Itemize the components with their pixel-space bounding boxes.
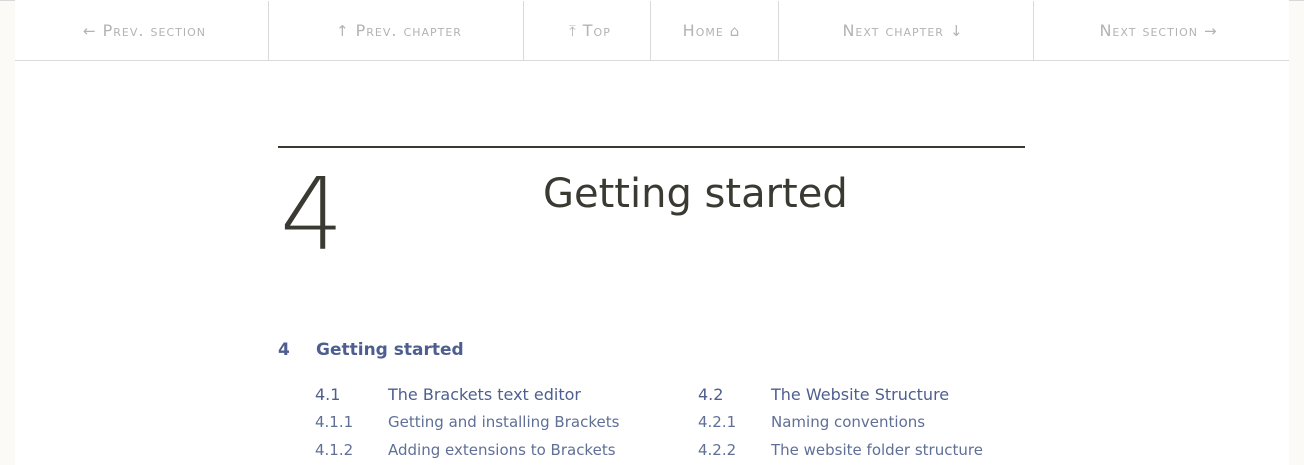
toc-4-1-link[interactable]: The Brackets text editor <box>388 385 581 404</box>
toc-4-2-1-link[interactable]: Naming conventions <box>771 413 925 431</box>
toc-main-number[interactable]: 4 <box>278 340 290 360</box>
toc-main-link[interactable]: Getting started <box>316 340 464 360</box>
table-of-contents: 4 Getting started 4.1 The Brackets text … <box>0 0 1304 465</box>
toc-4-2-1-number[interactable]: 4.2.1 <box>698 413 736 431</box>
toc-4-2-2-link[interactable]: The website folder structure <box>771 441 983 459</box>
toc-4-1-1-link[interactable]: Getting and installing Brackets <box>388 413 619 431</box>
toc-4-2-2-number[interactable]: 4.2.2 <box>698 441 736 459</box>
toc-4-2-link[interactable]: The Website Structure <box>771 385 949 404</box>
toc-4-2-number[interactable]: 4.2 <box>698 385 723 404</box>
toc-4-1-2-link[interactable]: Adding extensions to Brackets <box>388 441 616 459</box>
toc-4-1-number[interactable]: 4.1 <box>315 385 340 404</box>
toc-4-1-2-number[interactable]: 4.1.2 <box>315 441 353 459</box>
toc-4-1-1-number[interactable]: 4.1.1 <box>315 413 353 431</box>
